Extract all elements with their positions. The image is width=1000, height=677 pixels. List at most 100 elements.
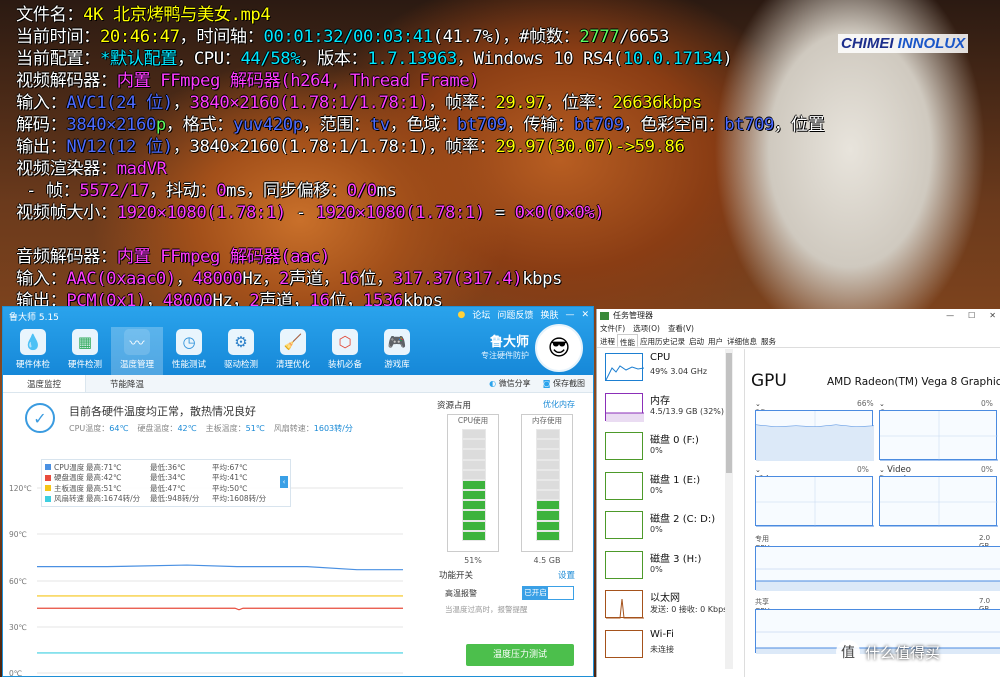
perf-list-item[interactable]: 磁盘 2 (C: D:) 0% — [597, 507, 744, 547]
minimize-button[interactable]: — — [565, 310, 574, 320]
tm-menu-item[interactable]: 查看(V) — [668, 323, 694, 334]
osd-text: 音频解码器： — [16, 247, 117, 267]
perf-list-item[interactable]: Wi-Fi 未连接 — [597, 626, 744, 666]
settings-link[interactable]: 设置 — [558, 569, 575, 581]
osd-text: 317.37(317.4) — [392, 269, 523, 289]
osd-text: 0/0 — [346, 181, 377, 201]
skin-link[interactable]: 换肤 — [540, 308, 558, 321]
tm-tab[interactable]: 进程 — [598, 334, 617, 347]
osd-text: ，Windows 10 RS4( — [456, 49, 623, 69]
nav-item[interactable]: ⬡ 装机必备 — [319, 327, 371, 375]
gpu-model: AMD Radeon(TM) Vega 8 Graphics — [827, 376, 1000, 388]
osd-text: 20:46:47 — [99, 27, 180, 47]
tm-tab[interactable]: 性能 — [617, 334, 638, 347]
perf-item-detail: 未连接 — [650, 644, 674, 654]
osd-text: 1.7.13963 — [367, 49, 457, 69]
perf-list-item[interactable]: CPU 49% 3.04 GHz — [597, 349, 744, 389]
optimize-memory-link[interactable]: 优化内存 — [543, 399, 575, 410]
legend-collapse-icon[interactable]: ‹ — [280, 476, 288, 488]
tm-tab[interactable]: 服务 — [759, 334, 778, 347]
nav-item[interactable]: 〰温度管理 — [111, 327, 163, 375]
legend-max: 最高:51℃ — [86, 483, 122, 493]
brand-logo: CHIMEI INNOLUX — [838, 34, 969, 53]
ludashi-header: 鲁大师 5.15 ● 论坛 问题反馈 换肤 — ✕ 💧 硬件体检 ▦ 硬件检测〰温度管… — [3, 307, 593, 375]
legend-name: CPU温度 — [54, 462, 85, 472]
osd-text: 2 — [279, 269, 289, 289]
osd-text: 10.0.17134 — [622, 49, 723, 69]
status-item: CPU温度：64℃ — [69, 423, 128, 434]
memory-usage-gauge: 内存使用 4.5 GB — [521, 414, 573, 565]
wechat-share-button[interactable]: ◐ 微信分享 — [489, 378, 531, 389]
perf-item-title: 磁盘 3 (H:) — [650, 553, 702, 565]
legend-row: 硬盘温度 最高:42℃ 最低:34℃ 平均:41℃ — [45, 473, 287, 484]
cpu-usage-gauge: CPU使用 51% — [447, 414, 499, 565]
perf-list-item[interactable]: 以太网 发送: 0 接收: 0 Kbps — [597, 586, 744, 626]
legend-name: 硬盘温度 — [54, 473, 84, 483]
window-controls: ● 论坛 问题反馈 换肤 — ✕ — [458, 308, 589, 322]
tm-tab[interactable]: 应用历史记录 — [638, 334, 687, 347]
tm-minimize-button[interactable]: — — [946, 309, 954, 323]
high-temp-alarm-toggle[interactable]: 已开启 — [522, 586, 574, 600]
perf-list-item[interactable]: 磁盘 0 (F:) 0% — [597, 428, 744, 468]
tm-tab[interactable]: 启动 — [687, 334, 706, 347]
osd-text: 2777 — [579, 27, 620, 47]
check-icon: ✓ — [25, 403, 55, 433]
close-button[interactable]: ✕ — [581, 310, 589, 320]
tm-menu-item[interactable]: 文件(F) — [600, 323, 625, 334]
alarm-note: 当温度过高时，报警提醒 — [445, 605, 528, 614]
perf-item-title: 内存 — [650, 395, 670, 407]
gauge-segment — [537, 460, 559, 469]
save-screenshot-button[interactable]: ◙ 保存截图 — [543, 378, 585, 389]
nav-item[interactable]: 💧 硬件体检 — [7, 327, 59, 375]
tm-tab[interactable]: 用户 — [706, 334, 725, 347]
osd-line: 音频解码器：内置 FFmpeg 解码器(aac) — [16, 246, 824, 268]
perf-list-item[interactable]: 磁盘 3 (H:) 0% — [597, 547, 744, 587]
osd-text: 输入： — [16, 269, 67, 289]
perf-list-item[interactable]: 磁盘 1 (E:) 0% — [597, 468, 744, 508]
y-tick-label: 30℃ — [9, 623, 27, 632]
gauge-segment — [463, 491, 485, 500]
forum-link[interactable]: 论坛 — [472, 308, 490, 321]
osd-text: 解码： — [16, 115, 67, 135]
tm-close-button[interactable]: ✕ — [989, 309, 996, 323]
tab-power-saving[interactable]: 节能降温 — [86, 375, 168, 392]
status-item-value: 42℃ — [177, 424, 197, 433]
nav-item[interactable]: ▦ 硬件检测 — [59, 327, 111, 375]
share-bar: ◐ 微信分享 ◙ 保存截图 — [489, 378, 585, 389]
status-item-value: 51℃ — [245, 424, 265, 433]
tm-maximize-button[interactable]: ☐ — [968, 309, 975, 323]
toggle-on-label: 已开启 — [523, 587, 548, 599]
tab-temp-monitor[interactable]: 温度监控 — [3, 375, 87, 392]
osd-text: ，抖动： — [149, 181, 217, 201]
temperature-chart: 120℃ 90℃ 60℃ 30℃ 0℃ CPU温度 最高:71℃ 最低:36℃ 平均:67℃ 硬… — [7, 457, 407, 676]
camera-icon: ◙ — [542, 379, 553, 388]
tm-tab[interactable]: 详细信息 — [725, 334, 759, 347]
tm-menu-item[interactable]: 选项(O) — [633, 323, 660, 334]
osd-text: p — [155, 115, 166, 135]
perf-mini-graph — [605, 590, 644, 619]
perf-item-detail: 0% — [650, 525, 663, 534]
ludashi-window: 鲁大师 5.15 ● 论坛 问题反馈 换肤 — ✕ 💧 硬件体检 ▦ 硬件检测〰温度管… — [2, 306, 594, 677]
gauge-segment — [537, 440, 559, 449]
perf-list-item[interactable]: 内存 4.5/13.9 GB (32%) — [597, 389, 744, 429]
nav-item[interactable]: 🎮 游戏库 — [371, 327, 423, 375]
sidebar-scrollbar[interactable] — [725, 349, 733, 669]
nav-item[interactable]: ⚙ 驱动检测 — [215, 327, 267, 375]
legend-min: 最低:34℃ — [150, 473, 186, 483]
osd-text: ms，同步偏移： — [226, 181, 347, 201]
gpu-engine-plot — [755, 476, 874, 527]
osd-text: 0×0(0×0%) — [514, 203, 605, 223]
feedback-link[interactable]: 问题反馈 — [497, 308, 533, 321]
nav-item[interactable]: 🧹 清理优化 — [267, 327, 319, 375]
osd-line: - 帧：5572/17，抖动：0ms，同步偏移：0/0ms — [16, 180, 824, 202]
stress-test-button[interactable]: 温度压力测试 — [466, 644, 574, 666]
osd-text: 5572/17 — [79, 181, 150, 201]
gpu-engine-pct: 0% — [981, 399, 993, 408]
perf-item-title: 磁盘 0 (F:) — [650, 435, 699, 446]
nav-icon: 🧹 — [280, 329, 306, 355]
nav-item[interactable]: ◷ 性能测试 — [163, 327, 215, 375]
legend-row: 主板温度 最高:51℃ 最低:47℃ 平均:50℃ — [45, 483, 287, 494]
coin-icon[interactable]: ● — [458, 310, 466, 320]
main-nav: 💧 硬件体检 ▦ 硬件检测〰温度管理 ◷ 性能测试 ⚙ 驱动检测 🧹 清理优化 ⬡ 装机必备 🎮 游戏库 — [7, 327, 423, 375]
high-temp-alarm-label: 高温报警 — [445, 589, 477, 598]
